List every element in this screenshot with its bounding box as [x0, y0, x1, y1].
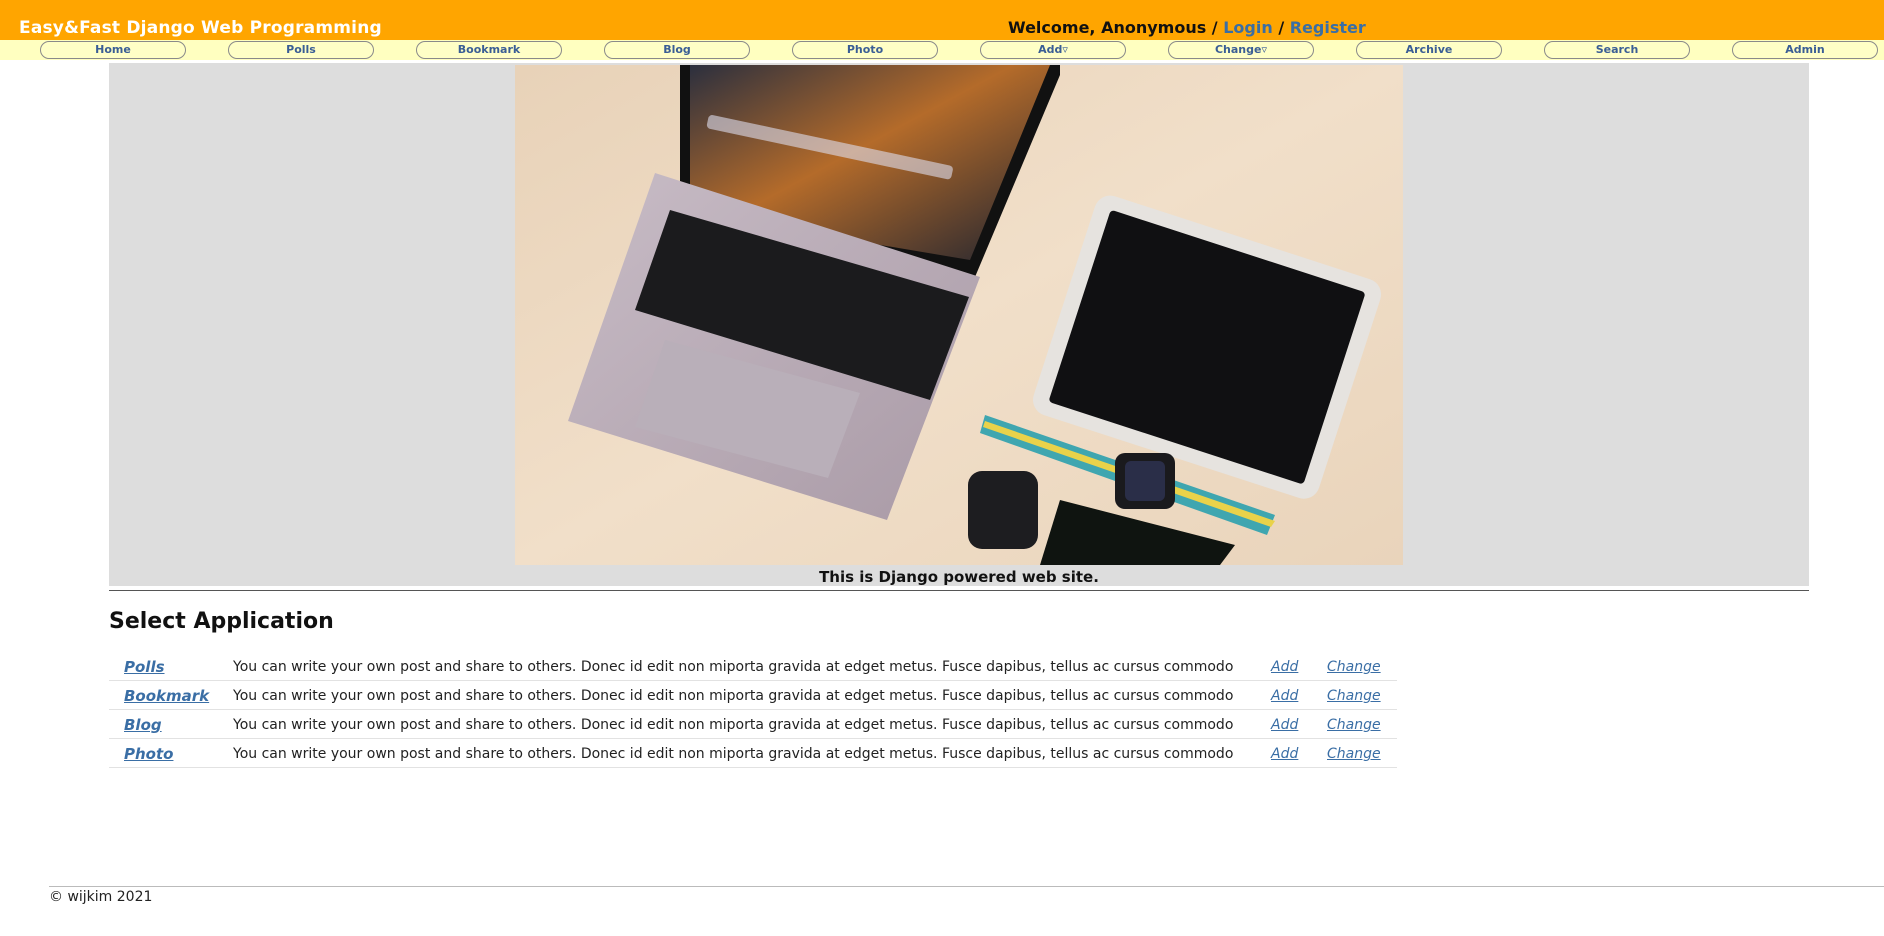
nav-polls[interactable]: Polls: [228, 41, 374, 59]
main-nav: Home Polls Bookmark Blog Photo Add▿ Chan…: [0, 40, 1884, 60]
app-description: You can write your own post and share to…: [233, 659, 1234, 675]
hero-banner: This is Django powered web site.: [109, 63, 1809, 586]
app-row-bookmark: Bookmark You can write your own post and…: [109, 681, 1397, 710]
site-title[interactable]: Easy&Fast Django Web Programming: [19, 18, 382, 38]
footer-copyright: © wijkim 2021: [49, 889, 153, 905]
app-row-polls: Polls You can write your own post and sh…: [109, 652, 1397, 681]
app-add-link[interactable]: Add: [1271, 659, 1298, 675]
welcome-bar: Welcome, Anonymous / Login / Register: [1008, 18, 1366, 37]
welcome-separator: /: [1278, 18, 1285, 37]
app-description: You can write your own post and share to…: [233, 688, 1234, 704]
nav-search[interactable]: Search: [1544, 41, 1690, 59]
app-name-link[interactable]: Photo: [124, 745, 173, 763]
app-name-link[interactable]: Bookmark: [124, 687, 209, 705]
welcome-text: Welcome, Anonymous /: [1008, 18, 1218, 37]
app-change-link[interactable]: Change: [1327, 688, 1381, 704]
application-list: Polls You can write your own post and sh…: [109, 652, 1397, 768]
nav-photo[interactable]: Photo: [792, 41, 938, 59]
nav-admin[interactable]: Admin: [1732, 41, 1878, 59]
nav-bookmark[interactable]: Bookmark: [416, 41, 562, 59]
app-change-link[interactable]: Change: [1327, 659, 1381, 675]
app-description: You can write your own post and share to…: [233, 746, 1234, 762]
hero-caption: This is Django powered web site.: [819, 568, 1099, 586]
app-change-link[interactable]: Change: [1327, 746, 1381, 762]
nav-archive[interactable]: Archive: [1356, 41, 1502, 59]
hero-image: [515, 65, 1403, 565]
select-application-heading: Select Application: [109, 609, 334, 634]
section-divider: [109, 590, 1809, 591]
app-add-link[interactable]: Add: [1271, 717, 1298, 733]
nav-home[interactable]: Home: [40, 41, 186, 59]
footer-divider: [49, 886, 1884, 887]
nav-add-dropdown[interactable]: Add▿: [980, 41, 1126, 59]
nav-change-dropdown[interactable]: Change▿: [1168, 41, 1314, 59]
app-name-link[interactable]: Polls: [124, 658, 165, 676]
app-row-blog: Blog You can write your own post and sha…: [109, 710, 1397, 739]
app-add-link[interactable]: Add: [1271, 688, 1298, 704]
site-header: Easy&Fast Django Web Programming Welcome…: [0, 0, 1884, 40]
app-name-link[interactable]: Blog: [124, 716, 162, 734]
register-link[interactable]: Register: [1290, 18, 1366, 37]
laptop-tablet-desk-photo: [515, 65, 1403, 565]
app-add-link[interactable]: Add: [1271, 746, 1298, 762]
app-change-link[interactable]: Change: [1327, 717, 1381, 733]
nav-blog[interactable]: Blog: [604, 41, 750, 59]
app-row-photo: Photo You can write your own post and sh…: [109, 739, 1397, 768]
login-link[interactable]: Login: [1223, 18, 1273, 37]
app-description: You can write your own post and share to…: [233, 717, 1234, 733]
